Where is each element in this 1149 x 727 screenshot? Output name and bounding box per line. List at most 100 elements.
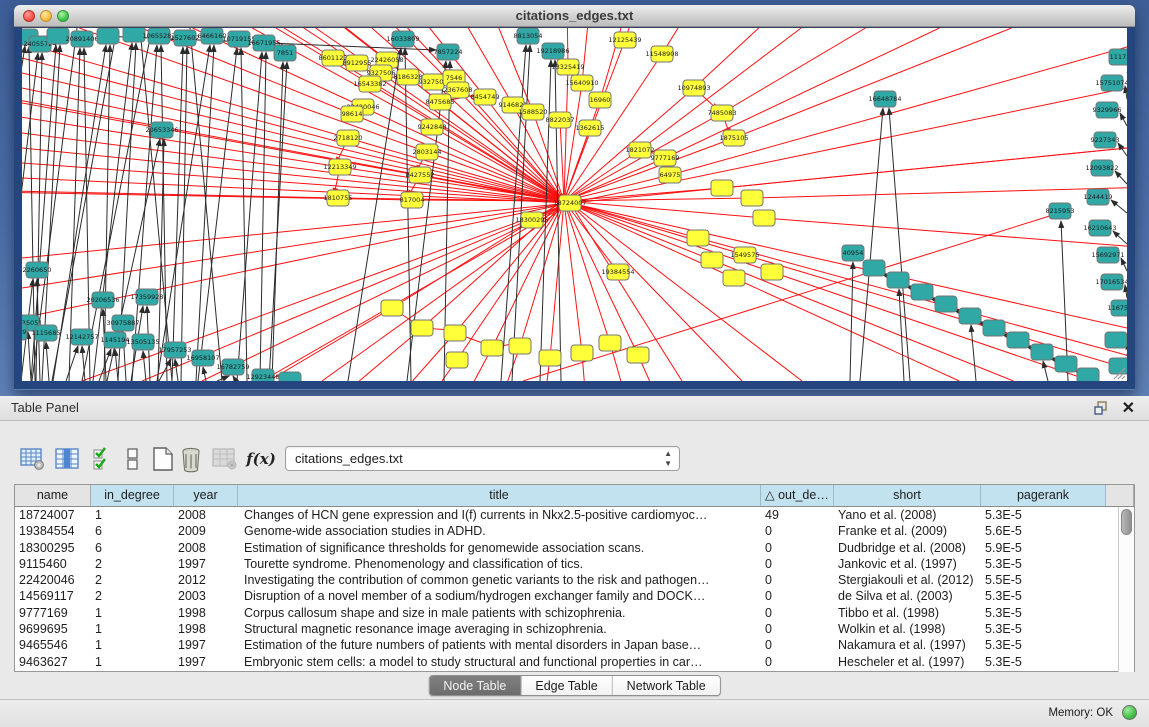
- gene-node-teal[interactable]: 17359928: [130, 289, 163, 305]
- citation-edge-red[interactable]: [752, 188, 1127, 198]
- citation-edge-black[interactable]: [1113, 231, 1127, 244]
- gene-node-yellow[interactable]: [509, 338, 531, 354]
- citation-edge-red[interactable]: [722, 148, 1127, 188]
- gene-node-yellow[interactable]: 1362615: [576, 120, 605, 136]
- gene-node-yellow[interactable]: 98614: [341, 106, 363, 122]
- gene-node-teal[interactable]: 13505135: [126, 334, 159, 350]
- citation-edge-black[interactable]: [217, 376, 229, 381]
- citation-edge-black[interactable]: [190, 28, 222, 381]
- citation-edge-red[interactable]: [22, 148, 570, 203]
- citation-edge-black[interactable]: [348, 48, 401, 381]
- citation-edge-red[interactable]: [722, 28, 866, 113]
- citation-edge-red[interactable]: [22, 203, 570, 288]
- citation-edge-red[interactable]: [764, 218, 1127, 246]
- column-header-pagerank[interactable]: pagerank: [981, 485, 1106, 506]
- new-table-button[interactable]: [148, 444, 178, 474]
- gene-node-teal[interactable]: 8215953: [1046, 203, 1075, 219]
- column-header-in_degree[interactable]: in_degree: [91, 485, 174, 506]
- citation-edge-red[interactable]: [670, 47, 1127, 175]
- gene-node-teal[interactable]: [279, 372, 301, 381]
- citation-edge-red[interactable]: [523, 214, 1056, 381]
- table-row[interactable]: 1872400712008Changes of HCN gene express…: [15, 507, 1134, 523]
- gene-node-yellow[interactable]: [687, 230, 709, 246]
- citation-edge-red[interactable]: [694, 28, 759, 88]
- citation-edge-black[interactable]: [115, 349, 118, 381]
- gene-node-yellow[interactable]: [753, 210, 775, 226]
- gene-node-yellow[interactable]: 9777169: [651, 150, 680, 166]
- gene-node-teal[interactable]: 16210643: [1083, 220, 1116, 236]
- table-row[interactable]: 946554611997Estimation of the future num…: [15, 637, 1134, 653]
- gene-node-teal[interactable]: 17016534: [1095, 274, 1127, 290]
- delete-table-button[interactable]: [176, 444, 206, 474]
- gene-node-teal[interactable]: 8813054: [514, 28, 543, 44]
- gene-node-yellow[interactable]: 8427552: [406, 167, 435, 183]
- column-header-name[interactable]: name: [15, 485, 91, 506]
- scrollbar-thumb[interactable]: [1121, 509, 1132, 535]
- gene-node-teal[interactable]: 30975887: [106, 315, 139, 331]
- citation-edge-red[interactable]: [560, 120, 564, 201]
- gene-node-teal[interactable]: [959, 308, 981, 324]
- gene-node-yellow[interactable]: [444, 325, 466, 341]
- gene-node-yellow[interactable]: [381, 300, 403, 316]
- citation-edge-black[interactable]: [172, 47, 183, 381]
- gene-node-yellow[interactable]: 13325419: [551, 59, 584, 75]
- gene-node-yellow[interactable]: 8475685: [426, 94, 455, 110]
- gene-node-yellow[interactable]: 9242848: [418, 119, 447, 135]
- citation-edge-black[interactable]: [1118, 143, 1127, 156]
- table-row[interactable]: 911546021997Tourette syndrome. Phenomeno…: [15, 556, 1134, 572]
- gene-node-teal[interactable]: [1055, 356, 1077, 372]
- gene-node-teal[interactable]: 15692971: [1091, 247, 1124, 263]
- citation-edge-black[interactable]: [1120, 113, 1127, 126]
- column-header-short[interactable]: short: [834, 485, 981, 506]
- gene-node-teal[interactable]: 19218986: [536, 43, 569, 59]
- gene-node-teal[interactable]: 7857224: [434, 44, 463, 60]
- citation-edge-black[interactable]: [1115, 171, 1127, 184]
- gene-node-yellow[interactable]: [761, 264, 783, 280]
- gene-node-teal[interactable]: 11173: [1109, 49, 1127, 65]
- citation-edge-red[interactable]: [564, 150, 640, 201]
- window-titlebar[interactable]: citations_edges.txt: [14, 5, 1135, 27]
- gene-node-yellow[interactable]: 7485083: [708, 105, 737, 121]
- table-settings-button[interactable]: [18, 444, 48, 474]
- citation-edge-black[interactable]: [46, 342, 49, 381]
- gene-node-teal[interactable]: 40954: [842, 245, 864, 261]
- table-scrollbar[interactable]: [1118, 507, 1134, 672]
- tab-node-table[interactable]: Node Table: [429, 676, 521, 695]
- gene-node-yellow[interactable]: 8822037: [546, 112, 575, 128]
- gene-node-yellow[interactable]: [599, 335, 621, 351]
- citation-edge-black[interactable]: [971, 325, 976, 381]
- gene-node-yellow[interactable]: [481, 340, 503, 356]
- citation-edge-black[interactable]: [203, 367, 206, 381]
- column-header-year[interactable]: year: [174, 485, 238, 506]
- gene-node-teal[interactable]: [935, 296, 957, 312]
- citation-edge-red[interactable]: [564, 201, 582, 353]
- gene-node-yellow[interactable]: 1588520: [519, 104, 548, 120]
- citation-edge-black[interactable]: [143, 351, 146, 381]
- citation-edge-black[interactable]: [1121, 258, 1127, 271]
- table-selector-dropdown[interactable]: citations_edges.txt ▲▼: [285, 446, 680, 471]
- gene-node-teal[interactable]: 15751074: [1095, 75, 1127, 91]
- gene-node-yellow[interactable]: 64975: [659, 167, 681, 183]
- gene-node-yellow[interactable]: [711, 180, 733, 196]
- citation-edge-red[interactable]: [22, 193, 412, 200]
- gene-node-yellow[interactable]: [571, 345, 593, 361]
- gene-node-teal[interactable]: 39159: [22, 324, 27, 340]
- citation-edge-red[interactable]: [22, 117, 340, 167]
- tab-network-table[interactable]: Network Table: [613, 676, 720, 695]
- table-row[interactable]: 946362711997Embryonic stem cells: a mode…: [15, 654, 1134, 670]
- citation-edge-red[interactable]: [570, 203, 742, 381]
- gene-node-teal[interactable]: 1145194: [101, 332, 130, 348]
- citation-edge-black[interactable]: [1043, 361, 1048, 381]
- gene-node-yellow[interactable]: 1810755: [324, 190, 353, 206]
- citation-edge-black[interactable]: [555, 60, 561, 381]
- gene-node-yellow[interactable]: [539, 350, 561, 366]
- table-row[interactable]: 1938455462009Genome-wide association stu…: [15, 523, 1134, 539]
- select-rows-button[interactable]: [88, 444, 118, 474]
- citation-edge-black[interactable]: [1111, 200, 1127, 213]
- gene-node-teal[interactable]: [983, 320, 1005, 336]
- citation-edge-red[interactable]: [570, 203, 1127, 328]
- citation-edge-red[interactable]: [570, 203, 802, 381]
- gene-node-yellow[interactable]: 16960: [589, 92, 611, 108]
- gene-node-teal[interactable]: 2260650: [23, 262, 52, 278]
- gene-node-teal[interactable]: 12923448: [246, 369, 279, 381]
